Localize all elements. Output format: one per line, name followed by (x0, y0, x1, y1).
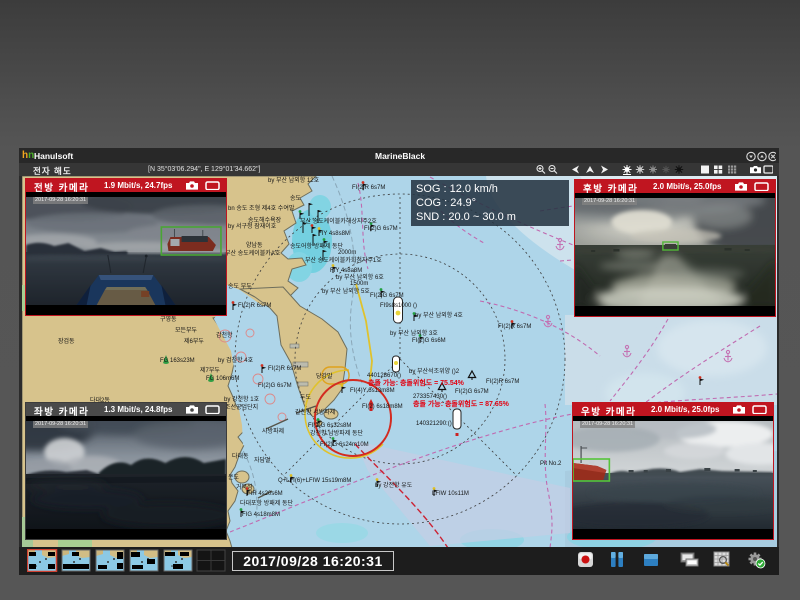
svg-text:by 강전항 유도: by 강전항 유도 (375, 481, 413, 489)
svg-text:FI(2)G 6s7M: FI(2)G 6s7M (364, 226, 398, 232)
svg-text:FIR 4s20s6M: FIR 4s20s6M (247, 491, 283, 497)
svg-text:충돌 가능: 충돌위험도 = 75.54%: 충돌 가능: 충돌위험도 = 75.54% (368, 378, 465, 387)
svg-text:송도 부두: 송도 부두 (228, 282, 252, 290)
svg-text:부산 송도케이블카A호: 부산 송도케이블카A호 (225, 249, 281, 257)
svg-text:양남동: 양남동 (246, 241, 263, 249)
svg-text:FI(2)G 6s6M: FI(2)G 6s6M (412, 338, 446, 344)
svg-text:은도: 은도 (228, 474, 240, 481)
svg-text:by 부산석조위양 ()2: by 부산석조위양 ()2 (409, 367, 460, 375)
svg-text:FI(2) 6s18m8M: FI(2) 6s18m8M (362, 404, 403, 410)
svg-text:제6부두: 제6부두 (184, 337, 204, 345)
svg-text:273357430(): 273357430() (413, 394, 447, 400)
svg-text:자담말: 자담말 (254, 456, 271, 464)
svg-text:by 부산 남외항 12호: by 부산 남외항 12호 (268, 176, 320, 184)
svg-text:1500m: 1500m (350, 281, 368, 287)
svg-text:LFIW 10s11M: LFIW 10s11M (432, 491, 469, 497)
svg-text:모든부두: 모든부두 (175, 327, 198, 334)
svg-text:FI(2)R 6s7M: FI(2)R 6s7M (268, 366, 301, 372)
svg-text:440128670(): 440128670() (367, 373, 401, 379)
svg-text:다대포항 방패제 동단: 다대포항 방패제 동단 (240, 499, 293, 507)
svg-text:FG 106m6M: FG 106m6M (206, 376, 239, 382)
svg-text:다대동: 다대동 (232, 452, 249, 460)
svg-text:2000m: 2000m (338, 250, 356, 256)
svg-text:강천항 남방파제 동단: 강천항 남방파제 동단 (310, 429, 363, 437)
svg-text:bn 송도 조형 제4호 수여말: bn 송도 조형 제4호 수여말 (228, 204, 295, 212)
svg-text:by 강전항 1호: by 강전항 1호 (224, 395, 260, 403)
svg-text:by 부산 남외항 6호: by 부산 남외항 6호 (336, 273, 384, 281)
svg-text:FI(2)G 6s7M: FI(2)G 6s7M (455, 389, 489, 395)
svg-text:FI(2)G 6s32s8M: FI(2)G 6s32s8M (308, 423, 351, 429)
svg-text:FG 163s23M: FG 163s23M (160, 358, 195, 364)
svg-text:송도해수욕장: 송도해수욕장 (248, 216, 282, 224)
svg-text:조선공업단지: 조선공업단지 (225, 403, 258, 411)
svg-text:장검동: 장검동 (58, 337, 75, 345)
svg-text:송도: 송도 (290, 194, 302, 202)
svg-text:FI(2)G 6s24m10M: FI(2)G 6s24m10M (320, 442, 369, 448)
svg-text:FI(2)G 6s7M: FI(2)G 6s7M (370, 293, 404, 299)
svg-text:송도어항 방패제 동단: 송도어항 방패제 동단 (290, 242, 343, 250)
svg-text:FI(4)Y 6s13m8M: FI(4)Y 6s13m8M (350, 388, 395, 394)
svg-text:FIY 4s8a8M: FIY 4s8a8M (330, 268, 362, 274)
svg-text:제7부두: 제7부두 (200, 366, 220, 374)
svg-text:FI(2)R 6s7M: FI(2)R 6s7M (352, 185, 385, 191)
svg-text:by 부산 남외항 4호: by 부산 남외항 4호 (415, 311, 463, 319)
svg-text:by 서구청 잠재이호: by 서구청 잠재이호 (228, 222, 277, 230)
svg-text:FI(2)R 6s7M: FI(2)R 6s7M (486, 379, 519, 385)
svg-text:감천항: 감천항 (216, 331, 233, 339)
svg-text:by 부산 남외항 3호: by 부산 남외항 3호 (390, 329, 438, 337)
svg-text:부산 송도케이블카회첨지주1호: 부산 송도케이블카회첨지주1호 (305, 256, 382, 264)
svg-text:FI(2)R 6s7M: FI(2)R 6s7M (498, 324, 531, 330)
svg-text:Pit No.2: Pit No.2 (540, 461, 562, 467)
svg-text:충돌 가능: 충돌위험도 = 87.65%: 충돌 가능: 충돌위험도 = 87.65% (413, 399, 510, 408)
svg-text:거북섬: 거북섬 (236, 483, 253, 491)
svg-text:갈친항 서방파제: 갈친항 서방파제 (295, 408, 335, 416)
svg-text:by 부산 남외항 5호: by 부산 남외항 5호 (322, 287, 370, 295)
svg-text:140321290:(): 140321290:() (416, 421, 452, 427)
svg-text:by 검천항 4호: by 검천항 4호 (218, 356, 254, 364)
svg-text:Q+LFI(6)+LFIW 15s19m8M: Q+LFI(6)+LFIW 15s19m8M (278, 478, 351, 484)
svg-text:FI9s8s1000 (): FI9s8s1000 () (380, 303, 417, 309)
svg-text:FI(2)G 6s7M: FI(2)G 6s7M (258, 383, 292, 389)
svg-text:구영동: 구영동 (160, 315, 177, 323)
svg-text:부산 송도케이블카해상지주2호: 부산 송도케이블카해상지주2호 (300, 217, 377, 225)
svg-text:당강말: 당강말 (316, 372, 333, 380)
svg-text:두도: 두도 (300, 394, 312, 401)
svg-text:FIG 4s18m8M: FIG 4s18m8M (242, 512, 280, 518)
svg-text:FIY 4s8s8M: FIY 4s8s8M (318, 231, 350, 237)
svg-text:사방파제: 사방파제 (262, 427, 284, 435)
svg-text:FI(2)R 6s7M: FI(2)R 6s7M (238, 303, 271, 309)
